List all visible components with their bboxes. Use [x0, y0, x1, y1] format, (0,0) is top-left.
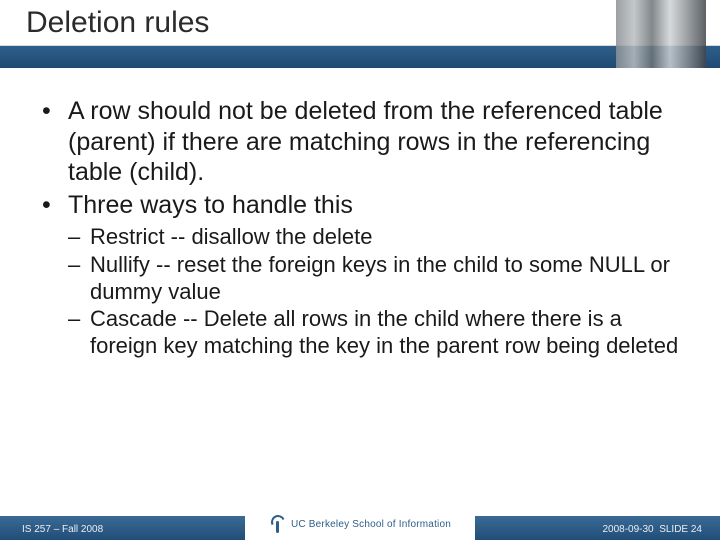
slide-content: A row should not be deleted from the ref… [0, 68, 720, 360]
slide-footer: IS 257 – Fall 2008 UC Berkeley School of… [0, 508, 720, 540]
header-decorative-image [616, 0, 706, 68]
footer-slide-number: SLIDE 24 [659, 524, 702, 535]
bullet-item: A row should not be deleted from the ref… [34, 96, 686, 188]
slide-header: Deletion rules [0, 0, 720, 68]
footer-logo-text: UC Berkeley School of Information [291, 519, 451, 530]
info-school-icon [269, 513, 285, 535]
sub-bullet-item: Nullify -- reset the foreign keys in the… [68, 252, 686, 306]
bullet-item: Three ways to handle this [34, 190, 686, 221]
sub-bullet-item: Cascade -- Delete all rows in the child … [68, 306, 686, 360]
footer-logo: UC Berkeley School of Information [245, 508, 475, 540]
footer-date-slide: 2008-09-30 SLIDE 24 [602, 524, 702, 535]
sub-bullet-item: Restrict -- disallow the delete [68, 224, 686, 251]
slide-title: Deletion rules [26, 6, 209, 40]
sub-bullet-list: Restrict -- disallow the delete Nullify … [68, 224, 686, 360]
footer-date: 2008-09-30 [602, 524, 653, 535]
footer-course-label: IS 257 – Fall 2008 [22, 524, 103, 535]
bullet-list: A row should not be deleted from the ref… [34, 96, 686, 220]
header-blue-strip [0, 46, 720, 68]
